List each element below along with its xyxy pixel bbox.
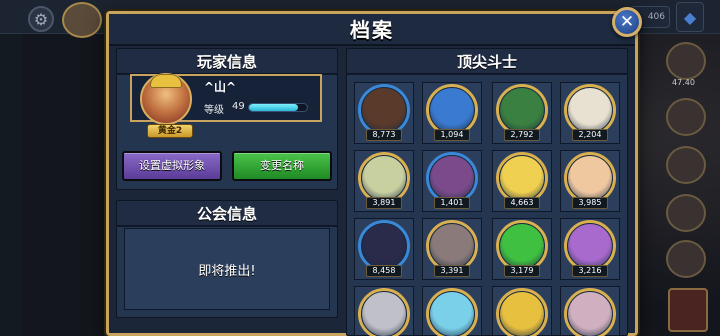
fighter-face-icon	[500, 224, 544, 268]
left-edge	[0, 34, 22, 336]
fighter-face-icon	[362, 156, 406, 200]
fighter-portrait[interactable]: 8,773	[358, 84, 410, 142]
close-icon: ✕	[619, 12, 635, 32]
fighter-portrait[interactable]: 3,179	[496, 220, 548, 278]
dialog-title: 档案	[109, 14, 635, 46]
fighter-portrait[interactable]: 3,216	[564, 220, 616, 278]
fighter-portrait[interactable]: 2,792	[496, 84, 548, 142]
fighter-portrait[interactable]: 4,663	[496, 152, 548, 210]
fighter-score: 4,663	[504, 197, 540, 209]
side-label: 47.40	[672, 78, 695, 87]
guild-placeholder: 即将推出!	[124, 228, 330, 310]
rank-badge: 黄金2	[147, 124, 193, 138]
fighter-face-icon	[500, 156, 544, 200]
fighter-score: 3,216	[572, 265, 608, 277]
fighter-score: 3,179	[504, 265, 540, 277]
fighter-portrait[interactable]	[426, 288, 478, 336]
fighter-portrait[interactable]	[496, 288, 548, 336]
close-button[interactable]: ✕	[612, 7, 642, 37]
fighter-score: 3,891	[366, 197, 402, 209]
fighter-face-icon	[568, 88, 612, 132]
side-avatar-5[interactable]	[666, 240, 706, 278]
fighter-face-icon	[568, 292, 612, 336]
fighter-portrait[interactable]: 3,985	[564, 152, 616, 210]
fighter-face-icon	[430, 156, 474, 200]
xp-fill	[249, 104, 299, 111]
fighter-face-icon	[362, 292, 406, 336]
fighter-score: 3,391	[434, 265, 470, 277]
hat-icon	[150, 74, 182, 88]
top-avatar[interactable]	[62, 2, 102, 38]
fighter-score: 8,773	[366, 129, 402, 141]
set-avatar-button[interactable]: 设置虚拟形象	[122, 151, 222, 181]
fighter-score: 2,792	[504, 129, 540, 141]
fighter-face-icon	[430, 88, 474, 132]
fighter-score: 1,094	[434, 129, 470, 141]
fighter-portrait[interactable]	[564, 288, 616, 336]
fighter-score: 2,204	[572, 129, 608, 141]
fighter-portrait[interactable]: 3,391	[426, 220, 478, 278]
gem-icon[interactable]: ◆	[676, 2, 704, 32]
fighter-portrait[interactable]: 8,458	[358, 220, 410, 278]
side-shop-button[interactable]	[668, 288, 708, 332]
side-avatar-3[interactable]	[666, 146, 706, 184]
xp-bar	[248, 103, 308, 112]
top-fighters-header: 顶尖斗士	[347, 49, 627, 75]
fighter-portrait[interactable]: 2,204	[564, 84, 616, 142]
rename-button[interactable]: 变更名称	[232, 151, 332, 181]
side-avatar-2[interactable]	[666, 98, 706, 136]
fighter-portrait[interactable]: 1,094	[426, 84, 478, 142]
fighter-portrait[interactable]: 3,891	[358, 152, 410, 210]
fighter-score: 1,401	[434, 197, 470, 209]
coming-soon-text: 即将推出!	[198, 263, 256, 279]
fighter-score: 3,985	[572, 197, 608, 209]
fighter-score: 8,458	[366, 265, 402, 277]
level-label: 等级	[204, 105, 224, 116]
player-info-header: 玩家信息	[117, 49, 337, 75]
fighter-face-icon	[500, 88, 544, 132]
gear-icon[interactable]: ⚙	[28, 6, 54, 32]
player-name: ^山^	[204, 80, 237, 94]
fighter-face-icon	[500, 292, 544, 336]
fighter-portrait[interactable]	[358, 288, 410, 336]
fighter-face-icon	[362, 224, 406, 268]
fighter-portrait[interactable]: 1,401	[426, 152, 478, 210]
guild-info-header: 公会信息	[117, 201, 337, 227]
fighter-face-icon	[568, 156, 612, 200]
fighter-face-icon	[430, 224, 474, 268]
fighter-face-icon	[362, 88, 406, 132]
fighter-face-icon	[430, 292, 474, 336]
side-avatar-1[interactable]	[666, 42, 706, 80]
level-value: 49	[232, 101, 245, 112]
side-avatar-4[interactable]	[666, 194, 706, 232]
fighter-face-icon	[568, 224, 612, 268]
